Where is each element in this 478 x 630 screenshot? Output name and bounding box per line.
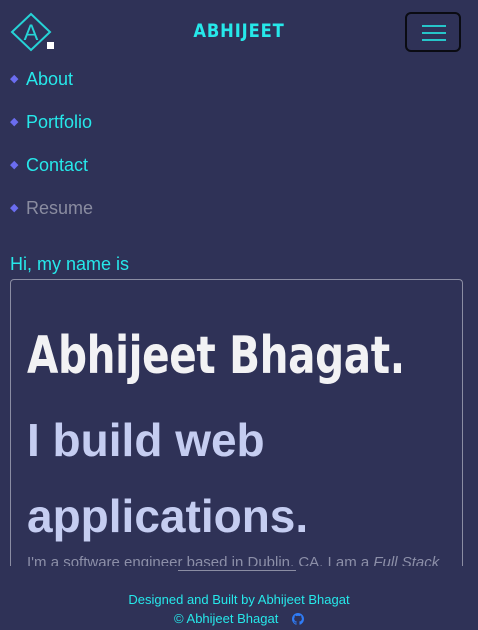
footer-copyright-row: © Abhijeet Bhagat [0, 609, 478, 630]
nav-item-resume[interactable]: ◆ Resume [10, 195, 93, 238]
hero-description-text: I'm a software engineer based in Dublin,… [27, 554, 374, 566]
brand-title[interactable]: ABHIJEET [33, 20, 444, 42]
hero-description-emphasis: Full Stack [373, 554, 440, 566]
diamond-icon: ◆ [10, 202, 19, 214]
nav-item-about[interactable]: ◆ About [10, 66, 93, 109]
site-header: A ABHIJEET [0, 0, 478, 64]
divider [178, 570, 296, 571]
menu-toggle-button[interactable] [405, 12, 461, 52]
hero-name: Abhijeet Bhagat. [27, 326, 405, 386]
diamond-icon: ◆ [10, 159, 19, 171]
hero-section: Abhijeet Bhagat. I build web application… [10, 279, 463, 566]
site-footer: Designed and Built by Abhijeet Bhagat © … [0, 590, 478, 630]
brand-title-text: ABHIJEET [193, 20, 285, 42]
diamond-icon: ◆ [10, 73, 19, 85]
hero-description: I'm a software engineer based in Dublin,… [27, 554, 439, 566]
nav-item-contact[interactable]: ◆ Contact [10, 152, 93, 195]
hero-tagline: I build web applications. [27, 414, 309, 542]
nav-item-label: Resume [26, 198, 94, 218]
footer-copyright: © Abhijeet Bhagat [174, 611, 279, 626]
greeting-text: Hi, my name is [10, 254, 130, 274]
diamond-icon: ◆ [10, 116, 19, 128]
nav-item-label: Contact [26, 155, 89, 175]
footer-credit[interactable]: Designed and Built by Abhijeet Bhagat [0, 590, 478, 609]
nav-item-portfolio[interactable]: ◆ Portfolio [10, 109, 93, 152]
github-icon[interactable] [291, 611, 304, 630]
nav-item-label: About [26, 69, 74, 89]
nav-menu: ◆ About ◆ Portfolio ◆ Contact ◆ Resume [10, 66, 93, 238]
nav-item-label: Portfolio [26, 112, 93, 132]
